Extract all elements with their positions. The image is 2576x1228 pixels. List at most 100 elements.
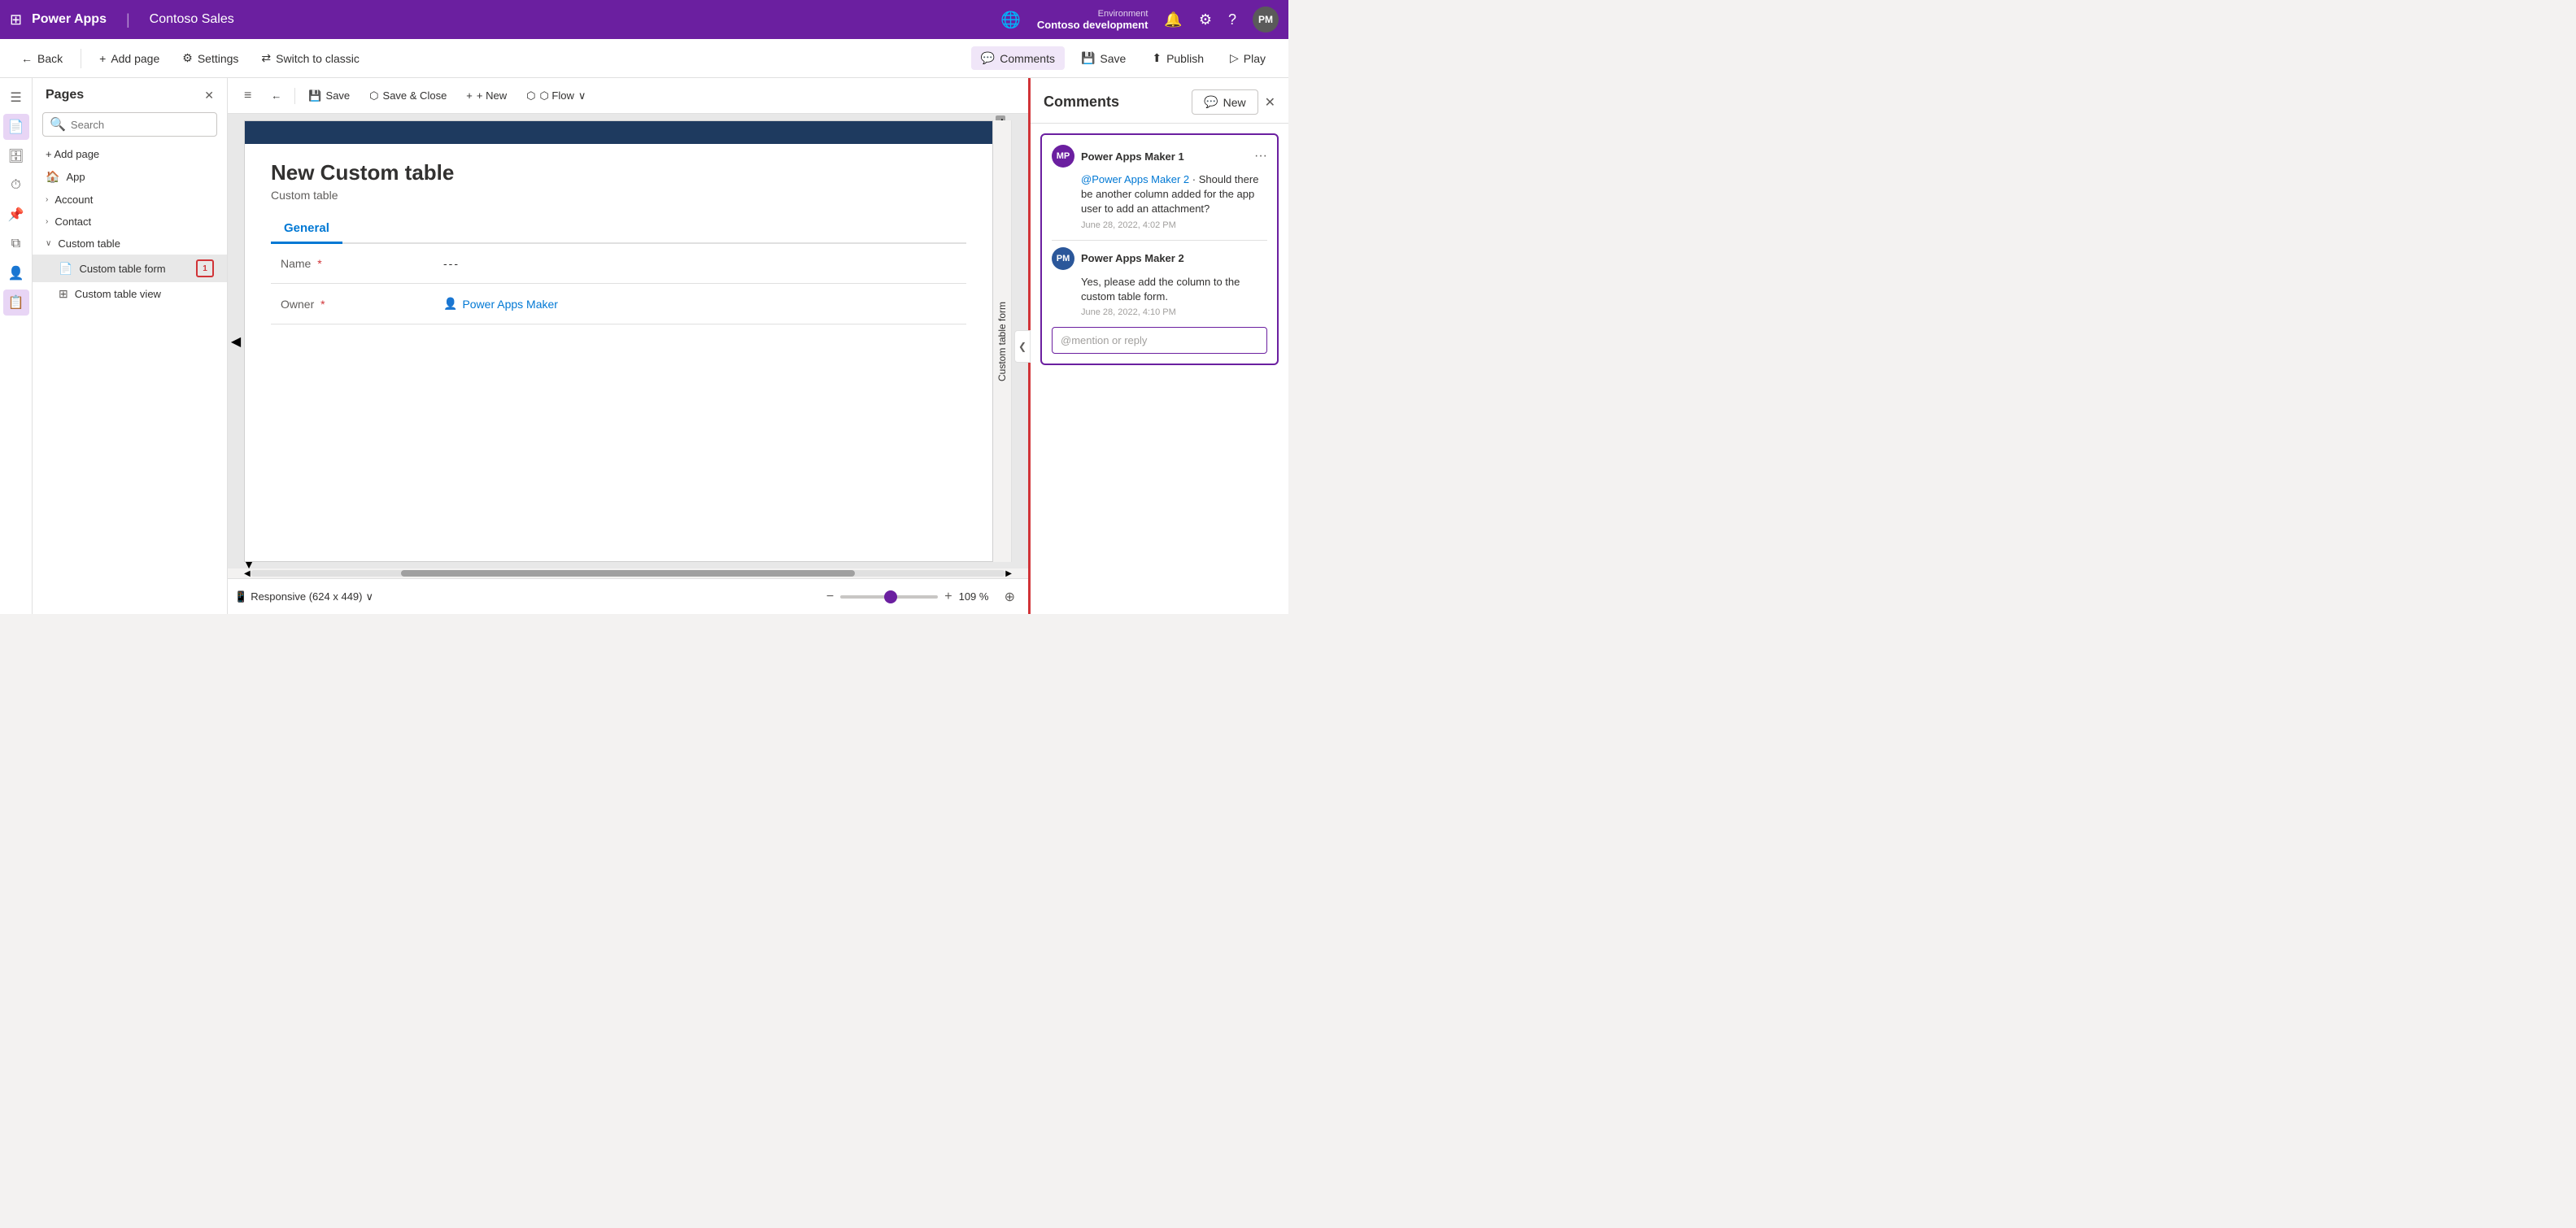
canvas-toolbar: ≡ ← 💾 Save ⬡ Save & Close + + New ⬡ ⬡ Fl… xyxy=(228,78,1028,114)
canvas-save-close-icon: ⬡ xyxy=(369,89,378,102)
app-icon: 🏠 xyxy=(46,170,59,184)
canvas-flow-button[interactable]: ⬡ ⬡ Flow ∨ xyxy=(520,85,592,107)
nav-item-contact[interactable]: › Contact xyxy=(33,211,227,233)
nav-item-custom-table[interactable]: ∨ Custom table xyxy=(33,233,227,255)
reply-divider xyxy=(1052,240,1267,241)
env-section: 🌐 Environment Contoso development 🔔 ⚙ ? … xyxy=(1000,7,1279,33)
canvas-scroll-down[interactable]: ▼ xyxy=(244,562,254,568)
bottom-scrollbar[interactable]: ◀ ▶ xyxy=(228,568,1028,578)
comments-panel: ❮ Comments 💬 New ✕ MP Power Apps Maker 1 xyxy=(1028,78,1288,614)
canvas-back-button[interactable]: ← xyxy=(264,85,288,106)
comments-close-icon[interactable]: ✕ xyxy=(1265,94,1275,111)
pin-icon[interactable]: 📌 xyxy=(3,202,29,228)
gear-icon[interactable]: ⚙ xyxy=(1199,11,1212,28)
comment-menu-1[interactable]: ··· xyxy=(1254,149,1267,163)
owner-value-text: 👤 Power Apps Maker xyxy=(443,297,957,311)
collapse-button[interactable]: ❮ xyxy=(1014,330,1031,363)
canvas-new-button[interactable]: + + New xyxy=(460,85,513,106)
canvas-save-button[interactable]: 💾 Save xyxy=(302,85,356,107)
new-comment-button[interactable]: 💬 New xyxy=(1192,89,1257,115)
grid-icon[interactable]: ⊞ xyxy=(10,11,22,28)
back-icon: ← xyxy=(21,52,33,65)
data-icon[interactable]: 🗄 xyxy=(3,143,29,169)
add-page-nav-button[interactable]: + Add page xyxy=(33,143,227,165)
copy-icon[interactable]: ⧉ xyxy=(3,231,29,257)
form-icon[interactable]: 📋 xyxy=(3,290,29,316)
pages-icon[interactable]: 📄 xyxy=(3,114,29,140)
vertical-label[interactable]: Custom table form xyxy=(993,120,1012,562)
comments-button[interactable]: 💬 Comments xyxy=(971,46,1065,70)
settings-button[interactable]: ⚙ Settings xyxy=(174,46,246,70)
app-title: Power Apps xyxy=(32,12,107,27)
history-icon[interactable]: ⏱ xyxy=(3,172,29,198)
nav-item-app[interactable]: 🏠 App xyxy=(33,165,227,189)
play-button[interactable]: ▷ Play xyxy=(1220,46,1275,70)
add-page-button[interactable]: + Add page xyxy=(91,47,168,70)
canvas-new-label: + New xyxy=(477,89,507,102)
custom-table-view-label: Custom table view xyxy=(75,288,161,300)
drag-handle[interactable]: ≡ xyxy=(238,85,258,107)
save-label: Save xyxy=(1100,52,1126,65)
tab-bar: General xyxy=(271,215,966,244)
form-nav-icon: 📄 xyxy=(59,262,72,276)
owner-label: Owner * xyxy=(271,284,434,324)
panel-close-icon[interactable]: ✕ xyxy=(204,89,214,102)
publish-button[interactable]: ⬆ Publish xyxy=(1142,46,1214,70)
hamburger-icon[interactable]: ☰ xyxy=(3,85,29,111)
user-avatar[interactable]: PM xyxy=(1253,7,1279,33)
nav-item-account[interactable]: › Account xyxy=(33,189,227,211)
form-subtitle: Custom table xyxy=(271,189,966,202)
owner-value[interactable]: 👤 Power Apps Maker xyxy=(434,284,966,324)
switch-classic-button[interactable]: ⇄ Switch to classic xyxy=(253,46,367,70)
panel-title: Pages xyxy=(46,88,84,102)
zoom-value: 109 % xyxy=(959,590,998,603)
nav-item-custom-table-form[interactable]: 📄 Custom table form 1 xyxy=(33,255,227,282)
search-icon: 🔍 xyxy=(50,116,66,133)
new-comment-label: New xyxy=(1223,96,1246,109)
nav-item-custom-table-view[interactable]: ⊞ Custom table view xyxy=(33,282,227,306)
scroll-track[interactable] xyxy=(251,570,1006,577)
responsive-icon: 📱 xyxy=(234,590,247,603)
back-button[interactable]: ← Back xyxy=(13,47,71,70)
canvas-flow-icon: ⬡ xyxy=(526,89,535,102)
comments-list: MP Power Apps Maker 1 ··· @Power Apps Ma… xyxy=(1031,124,1288,614)
save-button[interactable]: 💾 Save xyxy=(1071,46,1135,70)
zoom-plus[interactable]: + xyxy=(944,590,952,604)
person-icon[interactable]: 👤 xyxy=(3,260,29,286)
main-layout: ☰ 📄 🗄 ⏱ 📌 ⧉ 👤 📋 Pages ✕ 🔍 + Add page 🏠 A… xyxy=(0,78,1288,614)
comment-author-1: Power Apps Maker 1 xyxy=(1081,150,1248,163)
mention-reply-input[interactable]: @mention or reply xyxy=(1052,327,1267,354)
comment-item-2: PM Power Apps Maker 2 Yes, please add th… xyxy=(1052,247,1267,317)
zoom-slider[interactable] xyxy=(840,595,938,599)
canvas-scroll-left[interactable]: ◀ xyxy=(228,114,244,568)
comment-header-2: PM Power Apps Maker 2 xyxy=(1052,247,1267,270)
bottom-bar: 📱 Responsive (624 x 449) ∨ − + 109 % ⊕ xyxy=(228,578,1028,614)
canvas-area: ≡ ← 💾 Save ⬡ Save & Close + + New ⬡ ⬡ Fl… xyxy=(228,78,1028,614)
comment-header-1: MP Power Apps Maker 1 ··· xyxy=(1052,145,1267,168)
canvas-flow-label: ⬡ Flow xyxy=(539,89,573,102)
form-badge: 1 xyxy=(196,259,214,277)
zoom-minus[interactable]: − xyxy=(826,590,834,604)
owner-required: * xyxy=(320,298,325,311)
target-icon[interactable]: ⊕ xyxy=(1005,589,1015,605)
responsive-selector[interactable]: 📱 Responsive (624 x 449) ∨ xyxy=(234,590,373,603)
form-title: New Custom table xyxy=(271,160,966,185)
canvas-top-bar xyxy=(245,121,992,144)
search-input[interactable] xyxy=(71,119,210,131)
canvas-save-close-button[interactable]: ⬡ Save & Close xyxy=(363,85,453,107)
scroll-thumb xyxy=(401,570,854,577)
account-label: Account xyxy=(54,194,93,206)
responsive-label: Responsive (624 x 449) xyxy=(251,590,362,603)
bell-icon[interactable]: 🔔 xyxy=(1164,11,1182,28)
name-value[interactable]: --- xyxy=(434,244,966,284)
tab-general[interactable]: General xyxy=(271,215,342,244)
comment-avatar-2: PM xyxy=(1052,247,1074,270)
left-sidebar: ☰ 📄 🗄 ⏱ 📌 ⧉ 👤 📋 xyxy=(0,78,33,614)
publish-label: Publish xyxy=(1166,52,1204,65)
scroll-bar-right[interactable]: ▶ xyxy=(1005,569,1012,578)
play-icon: ▷ xyxy=(1230,51,1239,65)
help-icon[interactable]: ? xyxy=(1228,11,1236,28)
canvas-inner: New Custom table Custom table General xyxy=(244,120,993,562)
add-page-label: Add page xyxy=(111,52,159,65)
env-info: Environment Contoso development xyxy=(1037,9,1149,31)
